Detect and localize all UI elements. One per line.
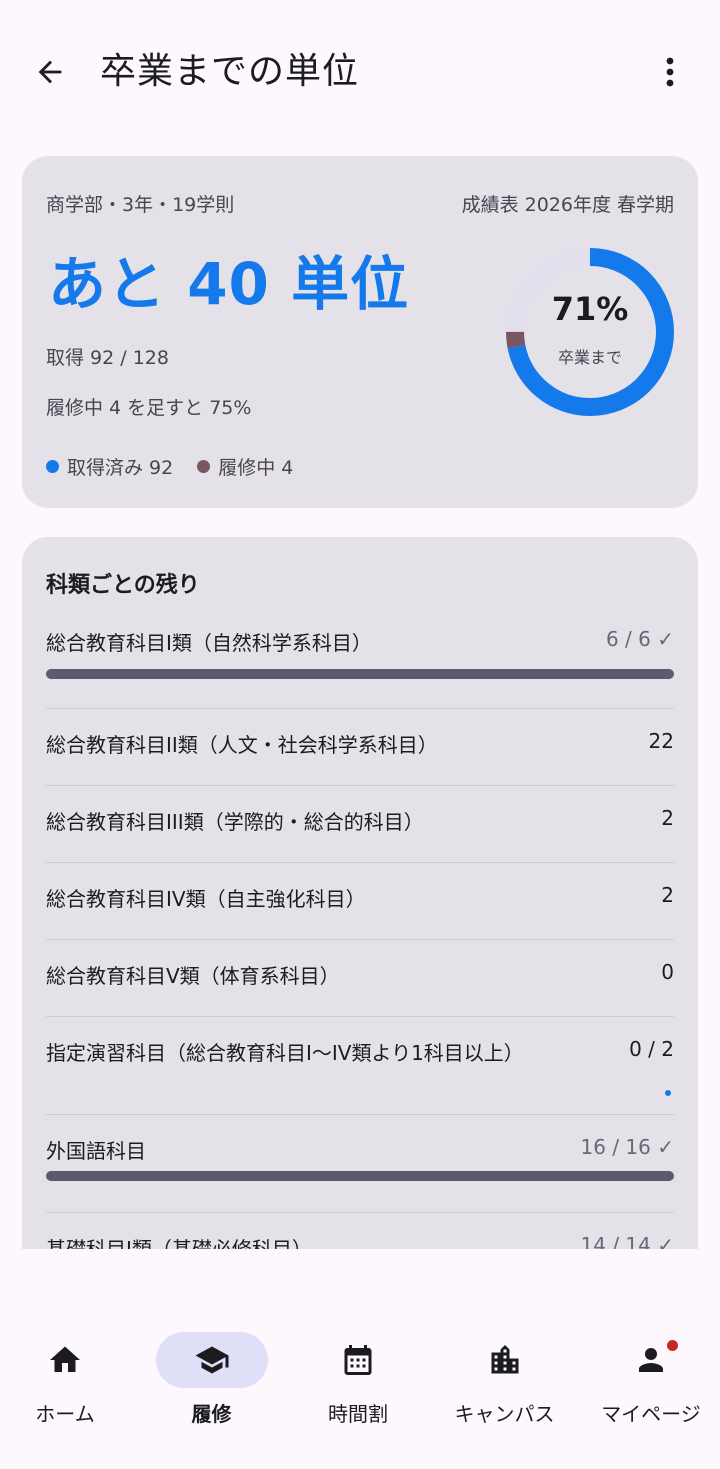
category-value: 16 / 16 ✓ [580, 1135, 674, 1159]
category-value: 0 / 2 [629, 1037, 674, 1061]
home-icon [50, 1346, 80, 1372]
category-label: 総合教育科目III類（学際的・総合的科目） [46, 810, 424, 834]
nav-item-building[interactable]: キャンパス [433, 1320, 577, 1430]
category-row[interactable]: 総合教育科目II類（人文・社会科学系科目） 22 [46, 709, 674, 786]
category-value: 2 [661, 883, 674, 907]
building-icon [491, 1345, 518, 1374]
category-row[interactable]: 指定演習科目（総合教育科目I〜IV類より1科目以上） 0 / 2 [46, 1017, 674, 1115]
nav-label: ホーム [35, 1402, 95, 1426]
category-value: 0 [661, 960, 674, 984]
nav-item-person[interactable]: マイページ [579, 1320, 720, 1430]
page-title: 卒業までの単位 [100, 51, 360, 92]
donut-legend: 取得済み 92 履修中 4 [46, 453, 317, 480]
category-value: 14 / 14 ✓ [580, 1233, 674, 1249]
nav-pill [449, 1332, 561, 1388]
category-card-title: 科類ごとの残り [46, 573, 200, 598]
category-row[interactable]: 総合教育科目III類（学際的・総合的科目） 2 [46, 786, 674, 863]
bottom-navigation: ホーム 履修 時間割 キャンパス マイページ [0, 1320, 720, 1469]
nav-item-home[interactable]: ホーム [0, 1320, 137, 1430]
category-label: 総合教育科目V類（体育系科目） [46, 964, 340, 988]
arrow-back-icon [38, 60, 62, 84]
notification-badge [667, 1340, 678, 1351]
category-row[interactable]: 総合教育科目I類（自然科学系科目） 6 / 6 ✓ [46, 625, 674, 709]
more-vert-icon [666, 57, 674, 87]
app-bar: 卒業までの単位 [0, 0, 720, 145]
category-label: 基礎科目I類（基礎必修科目） [46, 1237, 312, 1249]
legend-earned-dot [46, 460, 59, 473]
category-value: 2 [661, 806, 674, 830]
school-icon [195, 1346, 228, 1374]
nav-pill [155, 1332, 268, 1388]
category-label: 総合教育科目II類（人文・社会科学系科目） [46, 733, 438, 757]
nav-label: 時間割 [328, 1402, 388, 1426]
nav-label: キャンパス [454, 1402, 555, 1426]
category-label: 外国語科目 [46, 1139, 146, 1163]
legend-in-progress-label: 履修中 4 [218, 457, 294, 479]
nav-label: 履修 [191, 1402, 232, 1426]
category-label: 指定演習科目（総合教育科目I〜IV類より1科目以上） [46, 1041, 524, 1065]
category-row[interactable]: 外国語科目 16 / 16 ✓ [46, 1115, 674, 1213]
progress-donut [506, 248, 674, 416]
category-row[interactable]: 総合教育科目V類（体育系科目） 0 [46, 940, 674, 1017]
nav-item-school[interactable]: 履修 [140, 1320, 284, 1430]
person-icon [639, 1348, 663, 1372]
category-row[interactable]: 総合教育科目IV類（自主強化科目） 2 [46, 863, 674, 940]
back-button[interactable] [28, 50, 72, 94]
student-meta: 商学部・3年・19学則 [46, 194, 235, 216]
category-progress-bar [46, 669, 674, 679]
nav-pill [9, 1332, 121, 1388]
remaining-credits: あと 40 単位 [48, 250, 410, 318]
legend-earned-label: 取得済み 92 [67, 457, 174, 479]
donut-caption: 卒業まで [557, 348, 622, 367]
category-label: 総合教育科目IV類（自主強化科目） [46, 887, 366, 911]
category-label: 総合教育科目I類（自然科学系科目） [46, 631, 372, 655]
transcript-term: 成績表 2026年度 春学期 [461, 194, 674, 216]
nav-pill [302, 1332, 414, 1388]
legend-earned: 取得済み 92 [46, 453, 173, 480]
category-value: 6 / 6 ✓ [605, 627, 674, 651]
category-progress-indicator [665, 1090, 671, 1096]
legend-in-progress-dot [197, 460, 211, 473]
more-options-button[interactable] [650, 50, 690, 94]
category-progress-bar [46, 1171, 674, 1181]
legend-in-progress: 履修中 4 [197, 453, 293, 480]
category-value: 22 [648, 729, 674, 753]
category-list: 総合教育科目I類（自然科学系科目） 6 / 6 ✓ 総合教育科目II類（人文・社会科… [46, 625, 674, 1249]
donut-percent: 71% [551, 290, 629, 328]
category-remaining-card: 科類ごとの残り 総合教育科目I類（自然科学系科目） 6 / 6 ✓ 総合教育科目II… [22, 537, 698, 1249]
in-progress-projection: 履修中 4 を足すと 75% [46, 397, 252, 419]
nav-item-calendar[interactable]: 時間割 [286, 1320, 430, 1430]
nav-label: マイページ [601, 1402, 701, 1426]
category-row[interactable]: 基礎科目I類（基礎必修科目） 14 / 14 ✓ [46, 1213, 674, 1249]
earned-credits: 取得 92 / 128 [46, 347, 169, 369]
nav-pill [595, 1332, 707, 1388]
calendar-icon [344, 1345, 372, 1375]
credit-summary-card: 商学部・3年・19学則 成績表 2026年度 春学期 あと 40 単位 取得 9… [22, 156, 698, 508]
